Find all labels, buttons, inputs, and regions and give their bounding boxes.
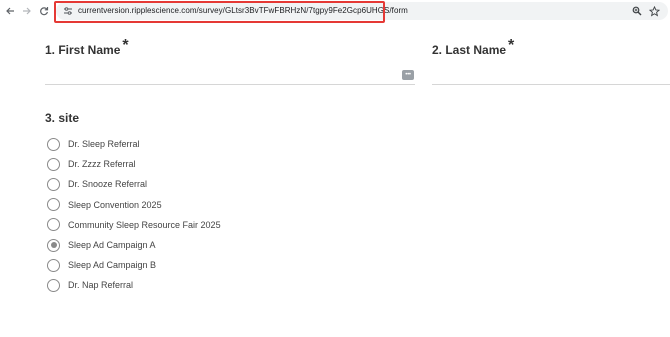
- site-option-label[interactable]: Dr. Sleep Referral: [68, 138, 140, 150]
- site-option[interactable]: Community Sleep Resource Fair 2025: [47, 215, 347, 235]
- last-name-input[interactable]: [432, 67, 670, 85]
- last-name-label: 2. Last Name: [432, 43, 507, 57]
- radio-selected-dot: [50, 242, 57, 249]
- radio-button[interactable]: [47, 278, 60, 292]
- radio-button[interactable]: [47, 218, 60, 232]
- site-option-label[interactable]: Community Sleep Resource Fair 2025: [68, 219, 221, 231]
- back-arrow-icon[interactable]: [2, 3, 18, 19]
- site-option-label[interactable]: Dr. Zzzz Referral: [68, 158, 136, 170]
- radio-button[interactable]: [47, 198, 60, 212]
- site-option[interactable]: Sleep Ad Campaign A: [47, 235, 347, 255]
- site-option[interactable]: Sleep Ad Campaign B: [47, 255, 347, 275]
- site-option[interactable]: Dr. Sleep Referral: [47, 134, 347, 154]
- site-option-label[interactable]: Sleep Ad Campaign B: [68, 259, 156, 271]
- site-option[interactable]: Dr. Nap Referral: [47, 275, 347, 295]
- required-asterisk: *: [508, 37, 515, 54]
- site-option-label[interactable]: Sleep Convention 2025: [68, 199, 162, 211]
- radio-button[interactable]: [47, 157, 60, 171]
- browser-toolbar: currentversion.ripplescience.com/survey/…: [0, 0, 670, 23]
- site-label: 3. site: [45, 111, 80, 125]
- radio-button[interactable]: [47, 258, 60, 272]
- site-option-label[interactable]: Sleep Ad Campaign A: [68, 239, 156, 251]
- bookmark-star-icon[interactable]: [647, 4, 661, 18]
- zoom-icon[interactable]: [630, 4, 644, 18]
- reload-icon[interactable]: [36, 3, 52, 19]
- last-name-question-title: 2. Last Name *: [432, 38, 514, 58]
- site-option-label[interactable]: Dr. Snooze Referral: [68, 178, 147, 190]
- site-option[interactable]: Dr. Snooze Referral: [47, 174, 347, 194]
- required-asterisk: *: [122, 37, 129, 54]
- url-highlight-box: [54, 1, 385, 23]
- site-option-label[interactable]: Dr. Nap Referral: [68, 279, 133, 291]
- radio-button[interactable]: [47, 177, 60, 191]
- radio-button[interactable]: [47, 137, 60, 151]
- first-name-input[interactable]: [45, 67, 415, 85]
- site-radio-group: Dr. Sleep Referral Dr. Zzzz Referral Dr.…: [47, 134, 347, 296]
- radio-button-selected[interactable]: [47, 238, 60, 252]
- first-name-question-title: 1. First Name *: [45, 38, 129, 58]
- first-name-label: 1. First Name: [45, 43, 121, 57]
- site-question-title: 3. site: [45, 110, 79, 126]
- forward-arrow-icon[interactable]: [19, 3, 35, 19]
- site-option[interactable]: Dr. Zzzz Referral: [47, 154, 347, 174]
- password-manager-icon[interactable]: •••: [402, 70, 414, 80]
- password-manager-dots: •••: [405, 72, 411, 78]
- site-option[interactable]: Sleep Convention 2025: [47, 195, 347, 215]
